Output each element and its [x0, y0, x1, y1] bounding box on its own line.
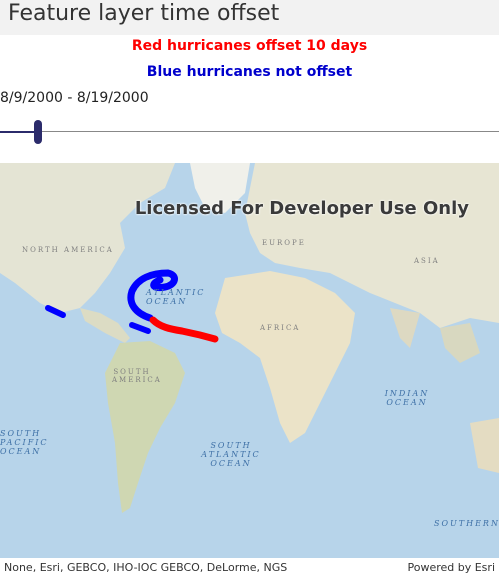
slider-track-elapsed [0, 131, 36, 133]
map-attribution: None, Esri, GEBCO, IHO-IOC GEBCO, DeLorm… [0, 558, 499, 577]
developer-watermark: Licensed For Developer Use Only [134, 198, 469, 219]
label-indian-ocean: INDIAN OCEAN [384, 389, 430, 407]
label-atlantic: ATLANTIC OCEAN [146, 288, 206, 306]
label-south-pacific: SOUTH PACIFIC OCEAN [0, 429, 49, 456]
attribution-credits[interactable]: None, Esri, GEBCO, IHO-IOC GEBCO, DeLorm… [4, 558, 287, 577]
label-asia: ASIA [414, 257, 440, 265]
page-title: Feature layer time offset [8, 1, 280, 26]
label-africa: AFRICA [260, 324, 301, 332]
legend-red-offset: Red hurricanes offset 10 days [131, 38, 368, 54]
slider-thumb[interactable] [34, 120, 42, 144]
label-south-atlantic: SOUTH ATLANTIC OCEAN [201, 441, 261, 468]
slider-track[interactable] [40, 131, 499, 132]
label-europe: EUROPE [262, 239, 306, 247]
basemap [0, 163, 499, 558]
powered-by-esri[interactable]: Powered by Esri [407, 558, 495, 577]
time-slider[interactable] [0, 118, 499, 146]
legend-blue-not-offset: Blue hurricanes not offset [146, 64, 353, 80]
time-range-label: 8/9/2000 - 8/19/2000 [0, 90, 149, 106]
label-southern-ocean: SOUTHERN O [434, 519, 499, 528]
label-south-america: SOUTH AMERICA [112, 368, 162, 384]
label-north-america: NORTH AMERICA [22, 246, 114, 254]
title-bar: Feature layer time offset [0, 0, 499, 35]
map-view[interactable]: NORTH AMERICA EUROPE ASIA AFRICA SOUTH A… [0, 163, 499, 558]
